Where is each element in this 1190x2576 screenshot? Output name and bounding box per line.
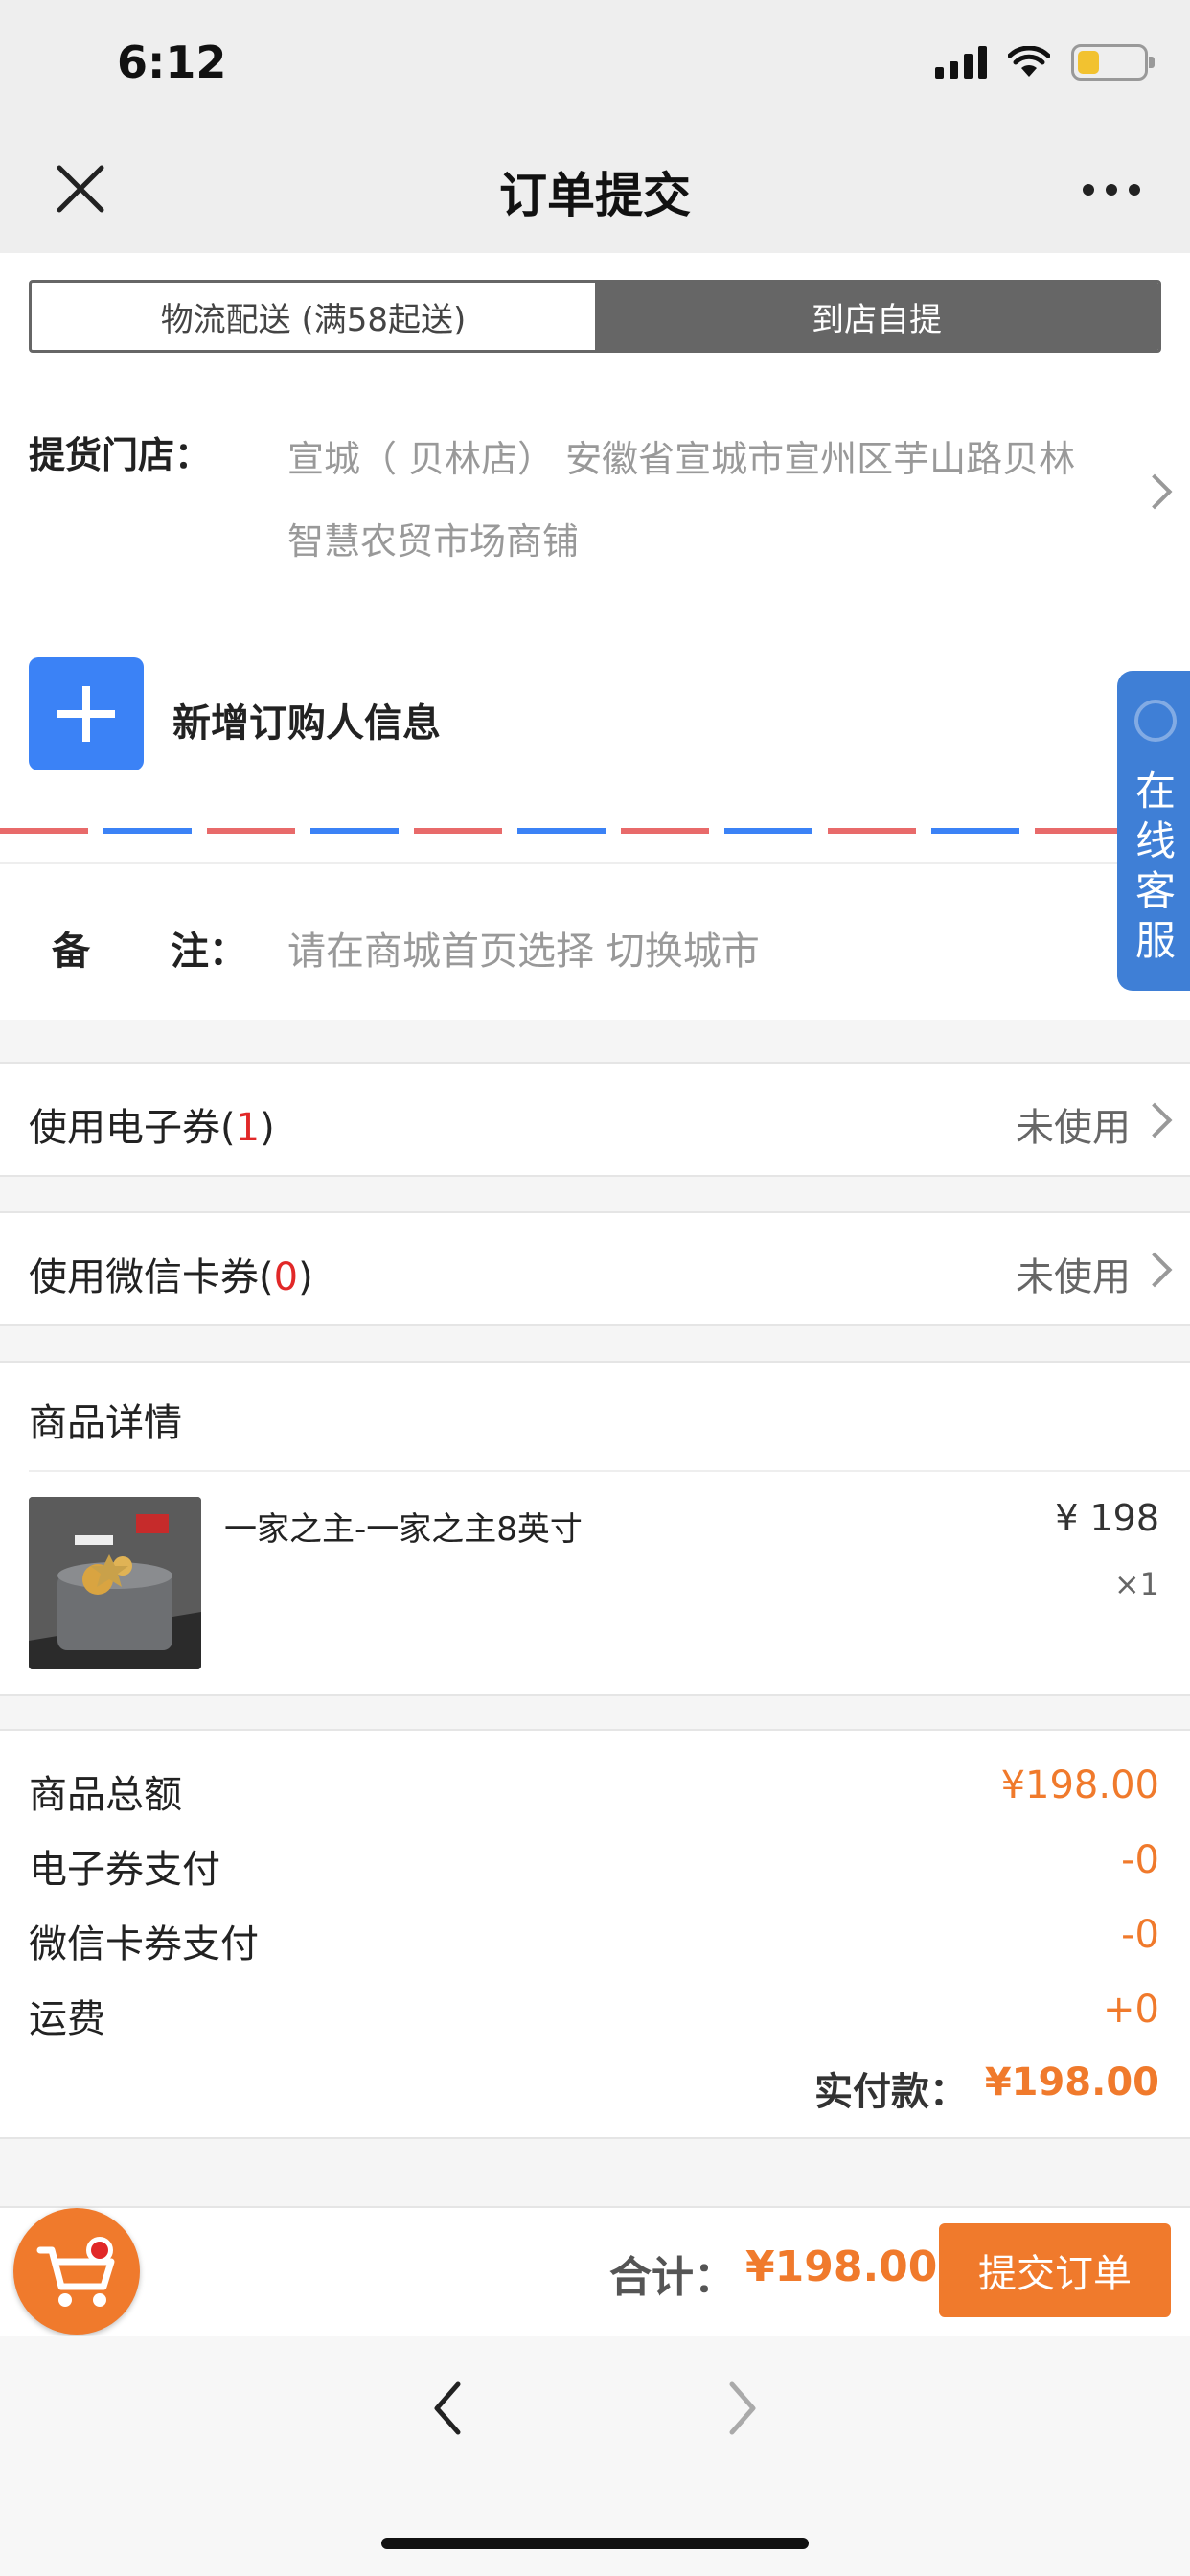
summary-label-wechat: 微信卡券支付	[29, 1922, 259, 1966]
remark-input[interactable]: 请在商城首页选择 切换城市	[287, 920, 760, 976]
ecoupon-status: 未使用	[1016, 1106, 1131, 1150]
cart-badge	[86, 2237, 113, 2264]
summary-label-total: 商品总额	[29, 1773, 182, 1817]
add-buyer-button[interactable]	[29, 657, 144, 770]
total-label: 合计：	[609, 2253, 736, 2302]
status-time: 6:12	[117, 36, 227, 88]
wifi-icon	[1008, 46, 1050, 77]
service-icon	[1134, 700, 1177, 742]
more-icon[interactable]	[1083, 184, 1140, 196]
tab-pickup[interactable]: 到店自提	[595, 283, 1158, 350]
tab-delivery[interactable]: 物流配送 (满58起送)	[32, 283, 595, 350]
online-service-button[interactable]: 在线客服	[1117, 671, 1190, 991]
ecoupon-label: 使用电子券(1)	[29, 1106, 275, 1150]
store-address-line1: 宣城（ 贝林店） 安徽省宣城市宣州区芋山路贝林	[287, 438, 1076, 480]
cake-image	[29, 1497, 201, 1669]
summary-value-shipping: +0	[1103, 1988, 1159, 2032]
summary-value-ecoupon: -0	[1121, 1838, 1159, 1882]
total-value: ¥198.00	[745, 2242, 938, 2291]
cart-button[interactable]	[13, 2208, 140, 2334]
divider	[29, 1470, 1190, 1472]
add-buyer-label[interactable]: 新增订购人信息	[172, 692, 441, 748]
delivery-tabs: 物流配送 (满58起送) 到店自提	[29, 280, 1161, 353]
envelope-divider	[0, 828, 1190, 834]
product-price: ¥ 198	[1055, 1497, 1159, 1539]
product-quantity: ×1	[1113, 1566, 1159, 1602]
paid-label: 实付款：	[814, 2070, 968, 2114]
product-section-title: 商品详情	[29, 1401, 182, 1445]
online-service-label: 在线客服	[1134, 768, 1176, 964]
summary-label-shipping: 运费	[29, 1997, 105, 2041]
back-icon[interactable]	[427, 2377, 469, 2440]
product-name[interactable]: 一家之主-一家之主8英寸	[224, 1503, 583, 1550]
paid-value: ¥198.00	[984, 2060, 1159, 2104]
store-address-line2: 智慧农贸市场商铺	[287, 520, 580, 563]
summary-value-total: ¥198.00	[1000, 1763, 1159, 1807]
page-title: 订单提交	[499, 168, 691, 223]
wechat-coupon-status: 未使用	[1016, 1255, 1131, 1300]
wechat-coupon-label: 使用微信卡券(0)	[29, 1255, 313, 1300]
ecoupon-count: 1	[235, 1106, 261, 1150]
store-label: 提货门店：	[29, 434, 212, 476]
battery-icon	[1071, 44, 1155, 80]
remark-label: 备	[52, 930, 90, 974]
signal-icon	[935, 46, 987, 79]
summary-label-ecoupon: 电子券支付	[29, 1848, 220, 1892]
status-icons	[935, 38, 1155, 86]
summary-value-wechat: -0	[1121, 1913, 1159, 1957]
remark-label-suffix: 注：	[171, 930, 247, 974]
product-image[interactable]	[29, 1497, 201, 1669]
store-address[interactable]: 宣城（ 贝林店） 安徽省宣城市宣州区芋山路贝林 智慧农贸市场商铺	[287, 418, 1169, 583]
submit-order-button[interactable]: 提交订单	[939, 2223, 1171, 2317]
order-info-card	[0, 253, 1190, 1020]
wechat-coupon-count: 0	[273, 1255, 299, 1300]
forward-icon[interactable]	[721, 2377, 763, 2440]
cart-icon	[36, 2246, 115, 2307]
divider	[0, 862, 1190, 864]
home-indicator	[381, 2538, 809, 2549]
